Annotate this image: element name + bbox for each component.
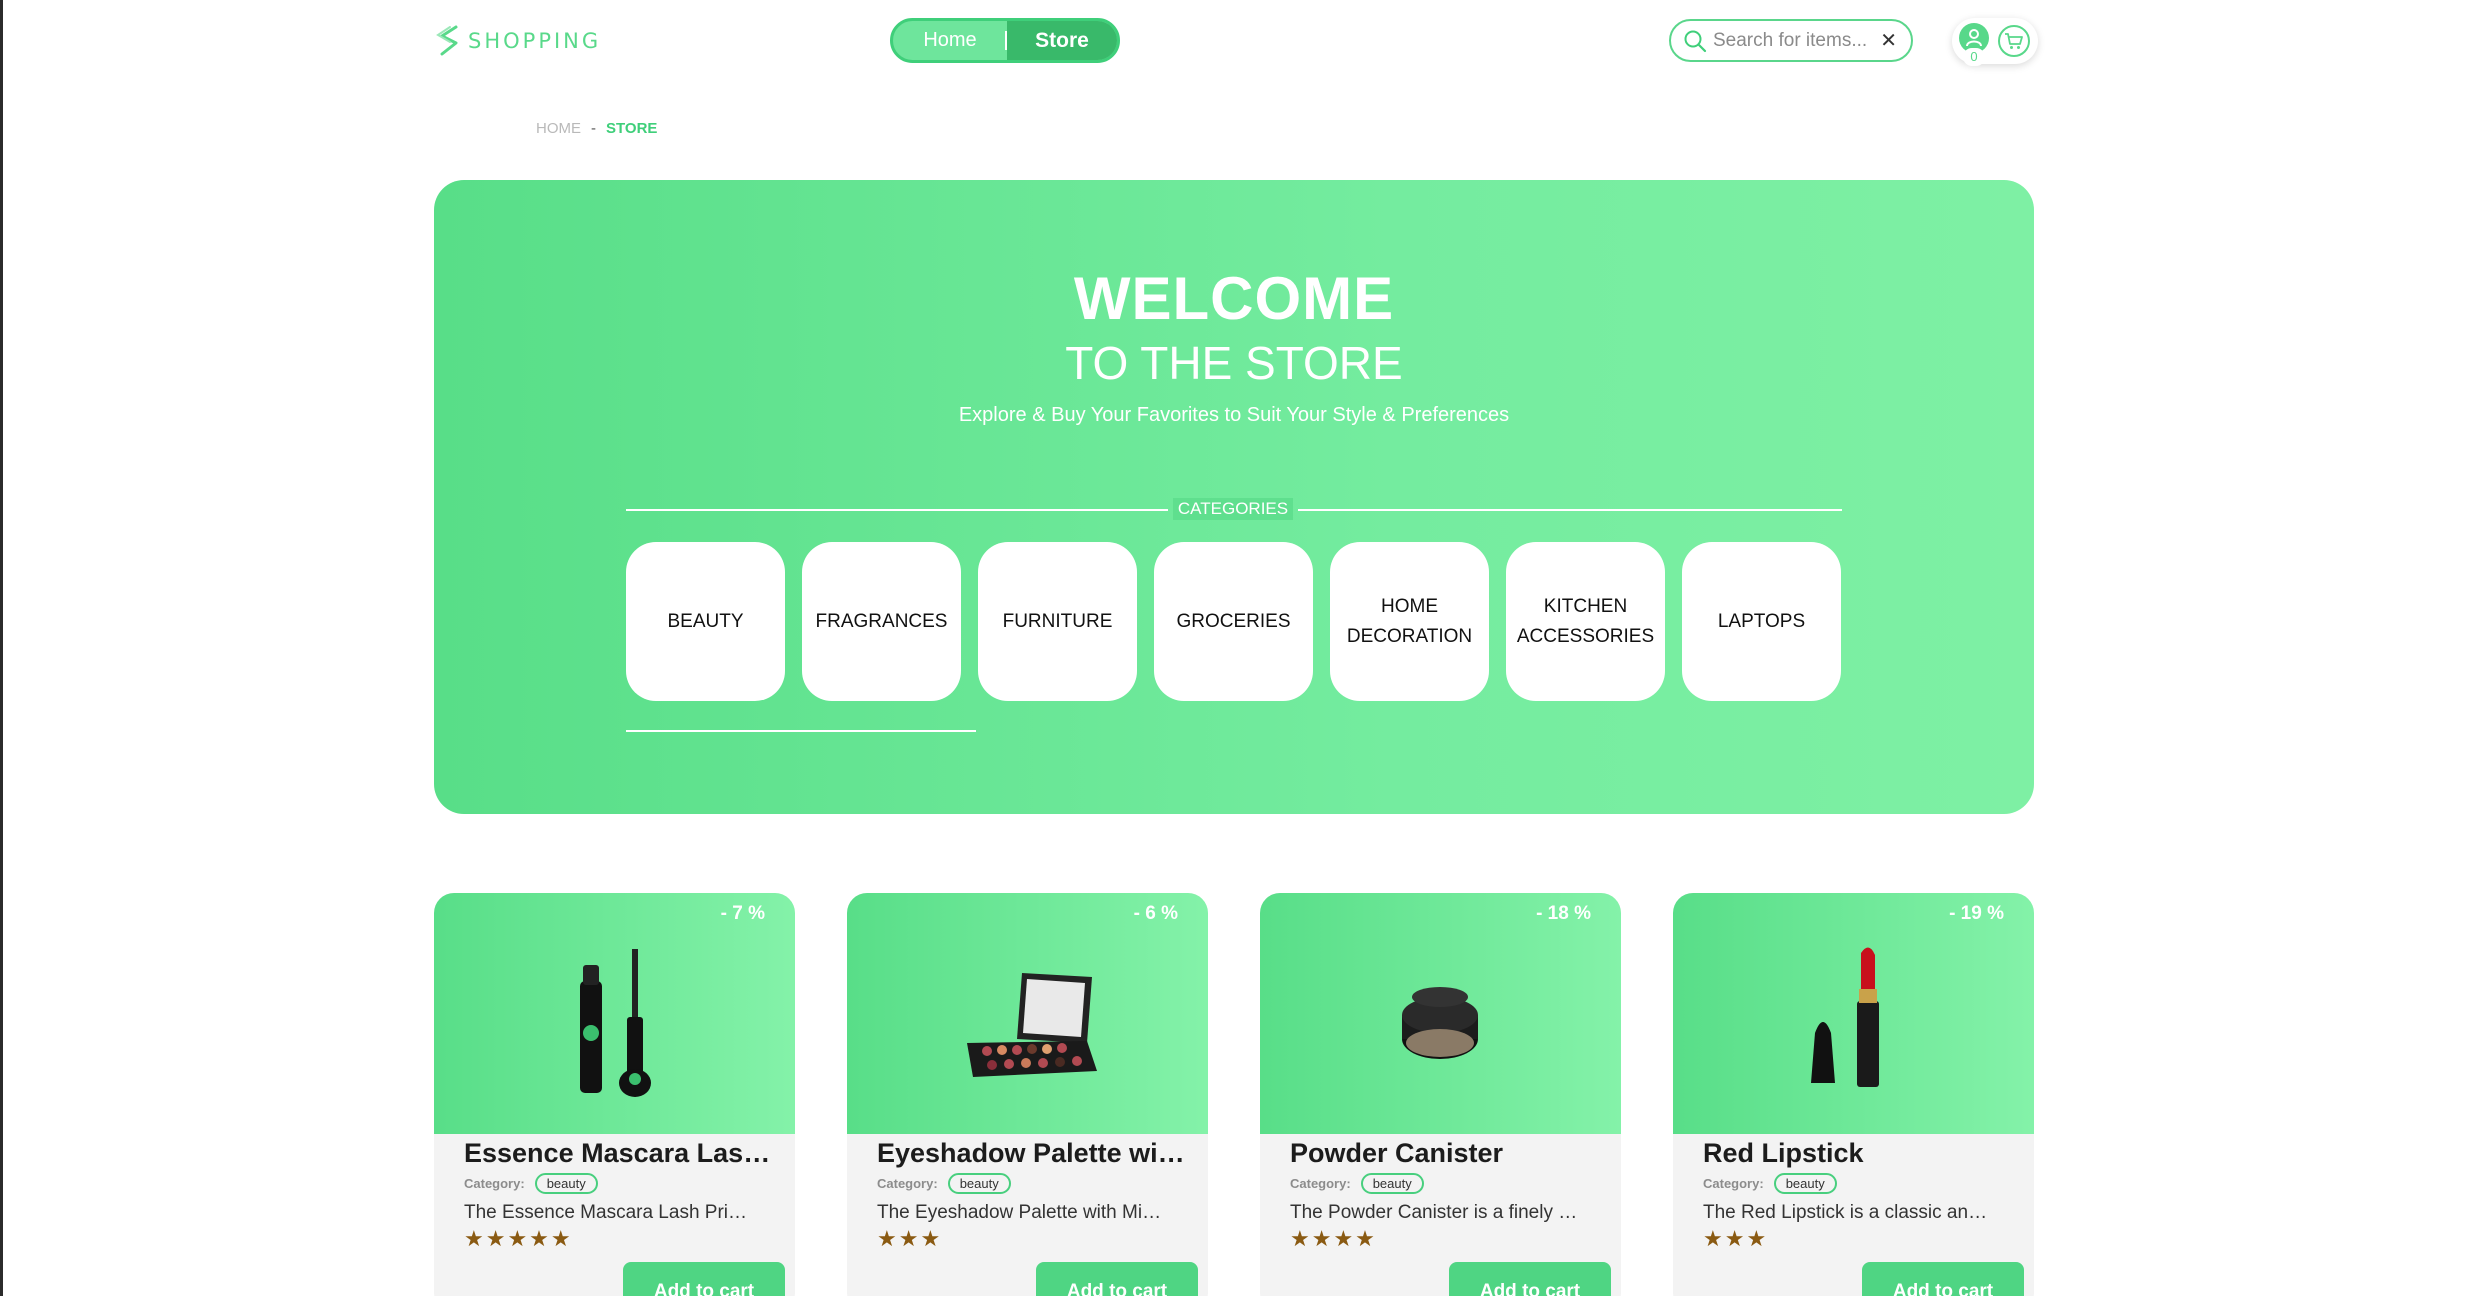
discount-badge: - 6 % [1133,903,1178,924]
product-title[interactable]: Essence Mascara Lash Princess [464,1138,775,1169]
eyeshadow-palette-image [967,973,1097,1077]
category-beauty[interactable]: BEAUTY [626,542,785,701]
star-rating: ★★★★★ [464,1226,573,1251]
logo-icon [436,25,458,56]
product-title[interactable]: Eyeshadow Palette with Mirror [877,1138,1188,1169]
discount-badge: - 18 % [1536,903,1591,924]
product-description: The Essence Mascara Lash Princess is a p… [464,1202,754,1223]
categories-list: BEAUTY FRAGRANCES FURNITURE GROCERIES HO… [626,542,1841,701]
header: SHOPPING Home Store ✕ 0 [0,0,2466,80]
category-label: Category: [877,1176,938,1191]
product-image: - 7 % [434,893,795,1134]
user-count-badge: 0 [1963,48,1985,66]
window-edge [0,0,3,1296]
nav-toggle: Home Store [890,18,1120,63]
red-lipstick-image [1811,947,1879,1087]
product-grid: - 7 % Essence Mascara Lash Princess Cate… [434,893,2034,1296]
hero-description: Explore & Buy Your Favorites to Suit You… [958,404,1510,426]
star-rating: ★★★ [1703,1226,1769,1251]
category-label: Category: [1703,1176,1764,1191]
product-image: - 19 % [1673,893,2034,1134]
hero-title: WELCOME [1073,265,1395,332]
category-groceries[interactable]: GROCERIES [1154,542,1313,701]
category-pill[interactable]: beauty [947,1173,1011,1194]
product-title[interactable]: Powder Canister [1290,1138,1601,1169]
product-description: The Red Lipstick is a classic and bold c… [1703,1202,1993,1223]
close-icon[interactable]: ✕ [1880,28,1897,53]
star-rating: ★★★★ [1290,1226,1377,1251]
search-box: ✕ [1669,19,1913,62]
user-cart-group: 0 [1952,18,2038,66]
category-laptops[interactable]: LAPTOPS [1682,542,1841,701]
mascara-image [580,949,651,1097]
product-title[interactable]: Red Lipstick [1703,1138,2014,1169]
logo-text: SHOPPING [468,29,602,53]
nav-store-button[interactable]: Store [1007,21,1117,60]
cart-icon [2005,33,2023,49]
product-image: - 18 % [1260,893,1621,1134]
add-to-cart-button[interactable]: Add to cart [1036,1262,1198,1296]
category-pill[interactable]: beauty [1773,1173,1837,1194]
category-label: Category: [1290,1176,1351,1191]
breadcrumb-separator: - [591,120,596,137]
add-to-cart-button[interactable]: Add to cart [1449,1262,1611,1296]
cart-button[interactable] [1998,25,2030,57]
categories-scrollbar[interactable] [626,730,976,732]
categories-heading: CATEGORIES [1173,498,1293,520]
category-fragrances[interactable]: FRAGRANCES [802,542,961,701]
category-pill[interactable]: beauty [1360,1173,1424,1194]
add-to-cart-button[interactable]: Add to cart [1862,1262,2024,1296]
category-pill[interactable]: beauty [534,1173,598,1194]
breadcrumb-current: STORE [606,120,658,137]
breadcrumb: HOME - STORE [536,120,657,137]
product-card[interactable]: - 18 % Powder Canister Category: beauty … [1260,893,1621,1296]
product-card[interactable]: - 19 % Red Lipstick Category: beauty The… [1673,893,2034,1296]
hero-subtitle: TO THE STORE [1065,337,1403,389]
nav-home-button[interactable]: Home [893,21,1007,60]
category-furniture[interactable]: FURNITURE [978,542,1137,701]
powder-canister-image [1402,987,1478,1059]
category-kitchen-accessories[interactable]: KITCHEN ACCESSORIES [1506,542,1665,701]
category-home-decoration[interactable]: HOME DECORATION [1330,542,1489,701]
product-image: - 6 % [847,893,1208,1134]
search-input[interactable] [1713,29,1881,52]
star-rating: ★★★ [877,1226,943,1251]
search-icon[interactable] [1683,29,1707,53]
categories-divider-left [626,509,1168,511]
category-label: Category: [464,1176,525,1191]
logo[interactable]: SHOPPING [436,24,601,58]
categories-divider-right [1298,509,1842,511]
product-card[interactable]: - 6 % Eyeshadow Palette with Mirror Cate… [847,893,1208,1296]
breadcrumb-home-link[interactable]: HOME [536,120,581,137]
product-description: The Powder Canister is a finely milled s… [1290,1202,1580,1223]
hero-banner: WELCOME TO THE STORE Explore & Buy Your … [434,180,2034,814]
product-description: The Eyeshadow Palette with Mirror offers… [877,1202,1167,1223]
add-to-cart-button[interactable]: Add to cart [623,1262,785,1296]
product-card[interactable]: - 7 % Essence Mascara Lash Princess Cate… [434,893,795,1296]
discount-badge: - 19 % [1949,903,2004,924]
discount-badge: - 7 % [720,903,765,924]
